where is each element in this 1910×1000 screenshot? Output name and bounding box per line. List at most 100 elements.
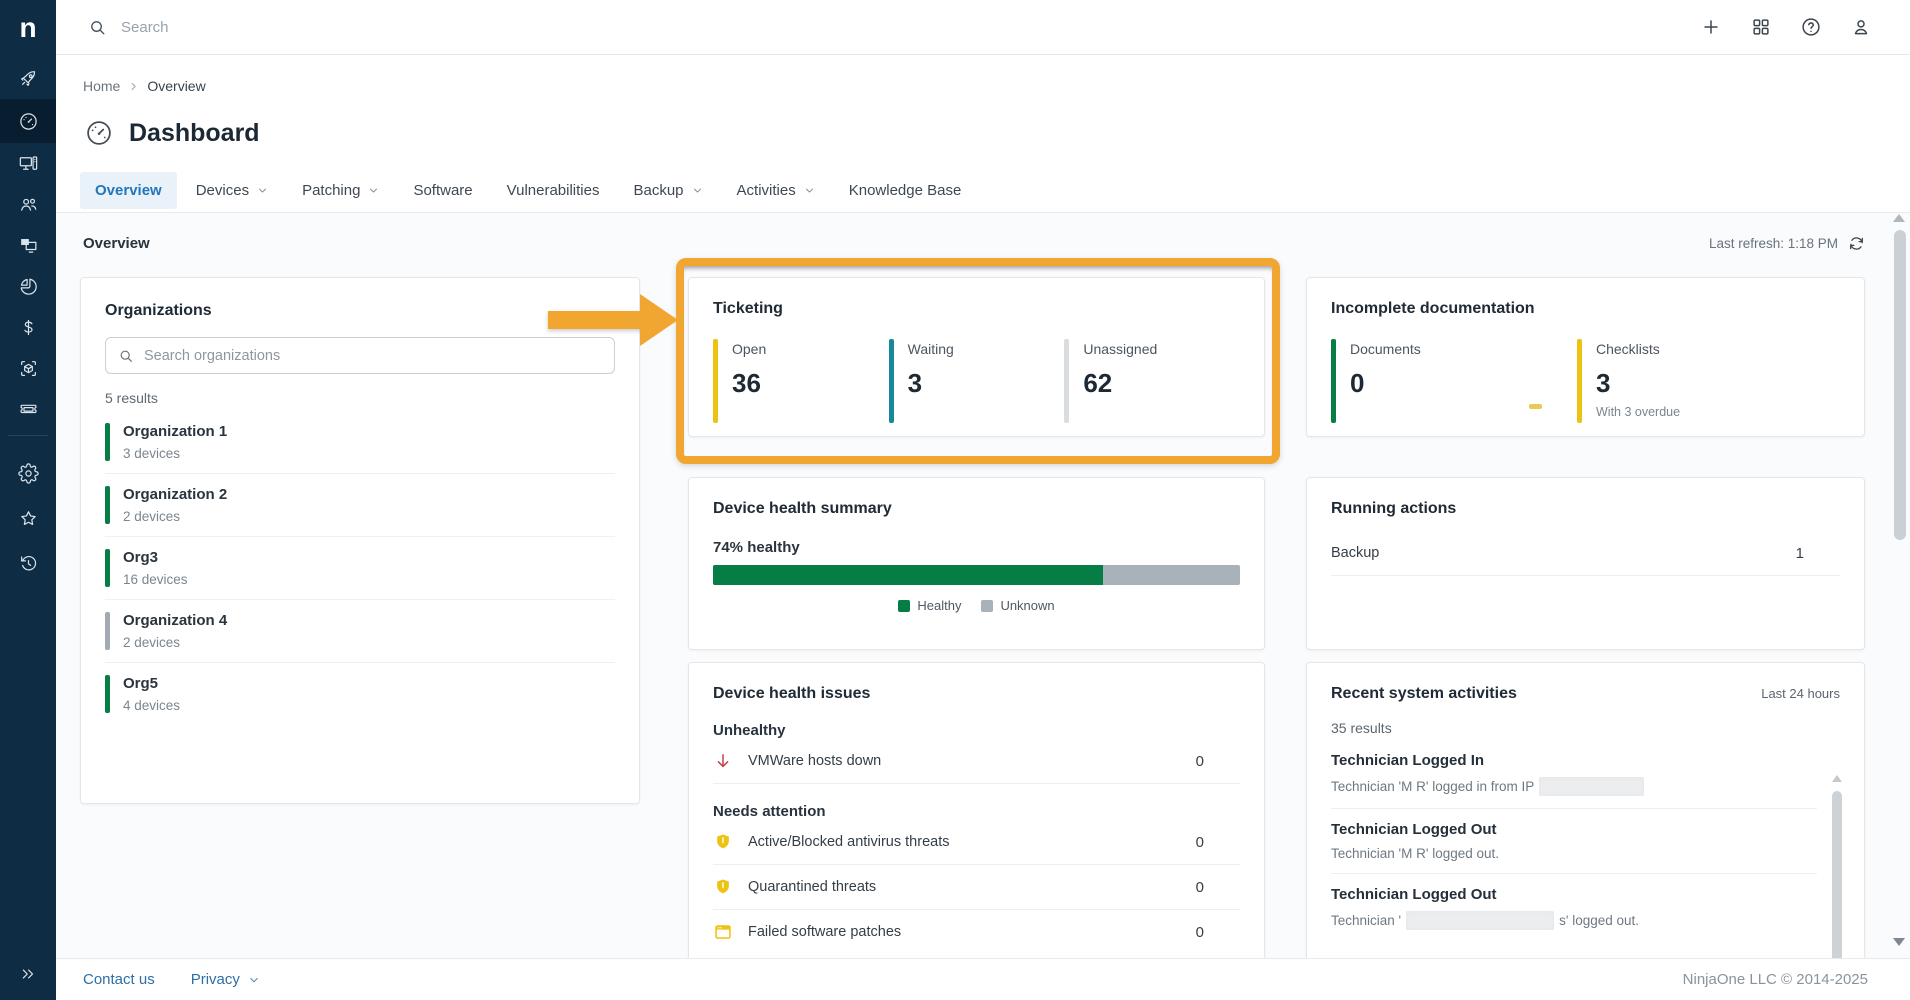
documentation-stat-checklists[interactable]: Checklists3With 3 overdue: [1577, 339, 1823, 423]
org-list-item[interactable]: Organization 42 devices: [105, 600, 615, 663]
page-header: Dashboard: [84, 118, 260, 148]
activity-description-text: Technician ': [1331, 913, 1401, 928]
sidebar-item-dashboard[interactable]: [0, 99, 56, 143]
documentation-stat-documents[interactable]: Documents0: [1331, 339, 1577, 423]
ticket-icon: [18, 399, 39, 420]
cube-scan-icon: [18, 358, 39, 379]
sidebar-item-devices[interactable]: [0, 143, 56, 184]
global-search-input[interactable]: [121, 19, 721, 36]
org-list-item[interactable]: Org316 devices: [105, 537, 615, 600]
issue-label: Failed software patches: [748, 924, 1181, 940]
sidebar-expand-button[interactable]: [0, 956, 56, 992]
tab-knowledge-base[interactable]: Knowledge Base: [834, 172, 977, 209]
activity-item[interactable]: Technician Logged In Technician 'M R' lo…: [1331, 740, 1817, 809]
tab-vulnerabilities[interactable]: Vulnerabilities: [492, 172, 615, 209]
breadcrumb-current: Overview: [147, 78, 205, 94]
tab-backup[interactable]: Backup: [618, 172, 717, 209]
gear-icon: [18, 463, 39, 484]
sidebar-item-ticketing[interactable]: [0, 389, 56, 430]
legend-swatch: [981, 600, 993, 612]
activity-title: Technician Logged Out: [1331, 886, 1817, 903]
sidebar-item-billing[interactable]: [0, 307, 56, 348]
unhealthy-group-header: Unhealthy: [713, 722, 1240, 739]
activity-item[interactable]: Technician Logged Out Technician ' s' log…: [1331, 874, 1817, 942]
chevron-down-icon: [248, 974, 260, 986]
recent-activities-header: Recent system activities Last 24 hours: [1331, 685, 1840, 703]
sidebar-item-administration[interactable]: [0, 453, 56, 494]
tab-overview[interactable]: Overview: [80, 172, 177, 209]
privacy-link-label: Privacy: [191, 971, 240, 988]
stat-value: 3: [1596, 368, 1680, 399]
apps-menu-button[interactable]: [1750, 16, 1772, 38]
running-action-label: Backup: [1331, 545, 1379, 562]
activity-description: Technician ' s' logged out.: [1331, 911, 1817, 930]
org-list-item[interactable]: Organization 13 devices: [105, 411, 615, 474]
sidebar-item-remote-tools[interactable]: [0, 225, 56, 266]
tab-label: Activities: [737, 182, 796, 199]
org-list-item[interactable]: Org54 devices: [105, 663, 615, 725]
redacted-text: [1406, 911, 1554, 930]
stat-value: 0: [1350, 368, 1421, 399]
organizations-card: Organizations 5 results Organization 13 …: [80, 277, 640, 804]
running-action-row[interactable]: Backup 1: [1331, 545, 1840, 576]
running-actions-card: Running actions Backup 1: [1306, 477, 1865, 650]
ticketing-stat-unassigned[interactable]: Unassigned 62: [1064, 339, 1240, 423]
dollar-icon: [18, 317, 39, 338]
activity-item[interactable]: Technician Logged Out Technician 'M R' l…: [1331, 809, 1817, 874]
issue-row-antivirus-threats[interactable]: Active/Blocked antivirus threats 0: [713, 820, 1240, 865]
stat-value: 36: [732, 368, 766, 399]
org-status-bar: [105, 486, 110, 524]
plus-icon: [1700, 16, 1722, 38]
stat-label: Unassigned: [1083, 341, 1157, 357]
ticketing-stat-open[interactable]: Open36: [713, 339, 889, 423]
org-list-item[interactable]: Organization 22 devices: [105, 474, 615, 537]
help-icon: [1800, 16, 1822, 38]
grid-icon: [1750, 16, 1772, 38]
ticketing-stat-waiting[interactable]: Waiting3: [889, 339, 1065, 423]
tab-label: Knowledge Base: [849, 182, 962, 199]
tab-devices[interactable]: Devices: [181, 172, 283, 209]
page-scrollbar-thumb[interactable]: [1894, 230, 1906, 540]
issue-label: VMWare hosts down: [748, 753, 1181, 769]
user-profile-button[interactable]: [1850, 16, 1872, 38]
sidebar-item-getting-started[interactable]: [0, 58, 56, 99]
stat-value: 62: [1083, 368, 1157, 399]
stat-label: Checklists: [1596, 341, 1680, 357]
tab-activities[interactable]: Activities: [722, 172, 830, 209]
sidebar-item-reporting[interactable]: [0, 266, 56, 307]
tab-software[interactable]: Software: [398, 172, 487, 209]
sidebar-item-software-inventory[interactable]: [0, 348, 56, 389]
page-scroll-up-arrow[interactable]: [1893, 214, 1905, 222]
org-name: Org5: [123, 675, 180, 692]
down-arrow-red-icon: [713, 751, 733, 771]
cursor-artifact: [1529, 404, 1542, 409]
contact-us-link[interactable]: Contact us: [83, 971, 155, 988]
add-button[interactable]: [1700, 16, 1722, 38]
issue-row-quarantined-threats[interactable]: Quarantined threats 0: [713, 865, 1240, 910]
tab-label: Software: [413, 182, 472, 199]
sidebar-item-favorites[interactable]: [0, 498, 56, 539]
scroll-up-arrow[interactable]: [1832, 775, 1842, 782]
organizations-card-title: Organizations: [105, 302, 615, 320]
history-icon: [18, 553, 39, 574]
privacy-link[interactable]: Privacy: [191, 971, 260, 988]
issue-row-vmware-hosts-down[interactable]: VMWare hosts down 0: [713, 739, 1240, 784]
ninjaone-logo[interactable]: n: [0, 0, 56, 55]
recent-activities-title: Recent system activities: [1331, 685, 1517, 703]
organizations-search-input[interactable]: [144, 348, 602, 364]
activity-description-text: Technician 'M R' logged in from IP: [1331, 779, 1534, 794]
sidebar-item-end-users[interactable]: [0, 184, 56, 225]
scrollbar-thumb[interactable]: [1832, 791, 1842, 967]
footer-links: Contact us Privacy: [56, 971, 260, 988]
activity-description-text: s' logged out.: [1559, 913, 1639, 928]
breadcrumb-home-link[interactable]: Home: [83, 78, 120, 94]
refresh-icon[interactable]: [1848, 235, 1865, 252]
sidebar-item-recent[interactable]: [0, 543, 56, 584]
tab-patching[interactable]: Patching: [287, 172, 394, 209]
help-button[interactable]: [1800, 16, 1822, 38]
issue-row-failed-patches[interactable]: Failed software patches 0: [713, 910, 1240, 954]
legend-swatch: [898, 600, 910, 612]
tab-label: Devices: [196, 182, 249, 199]
last-refresh-text: Last refresh: 1:18 PM: [1709, 236, 1838, 251]
page-scroll-down-arrow[interactable]: [1893, 938, 1905, 946]
